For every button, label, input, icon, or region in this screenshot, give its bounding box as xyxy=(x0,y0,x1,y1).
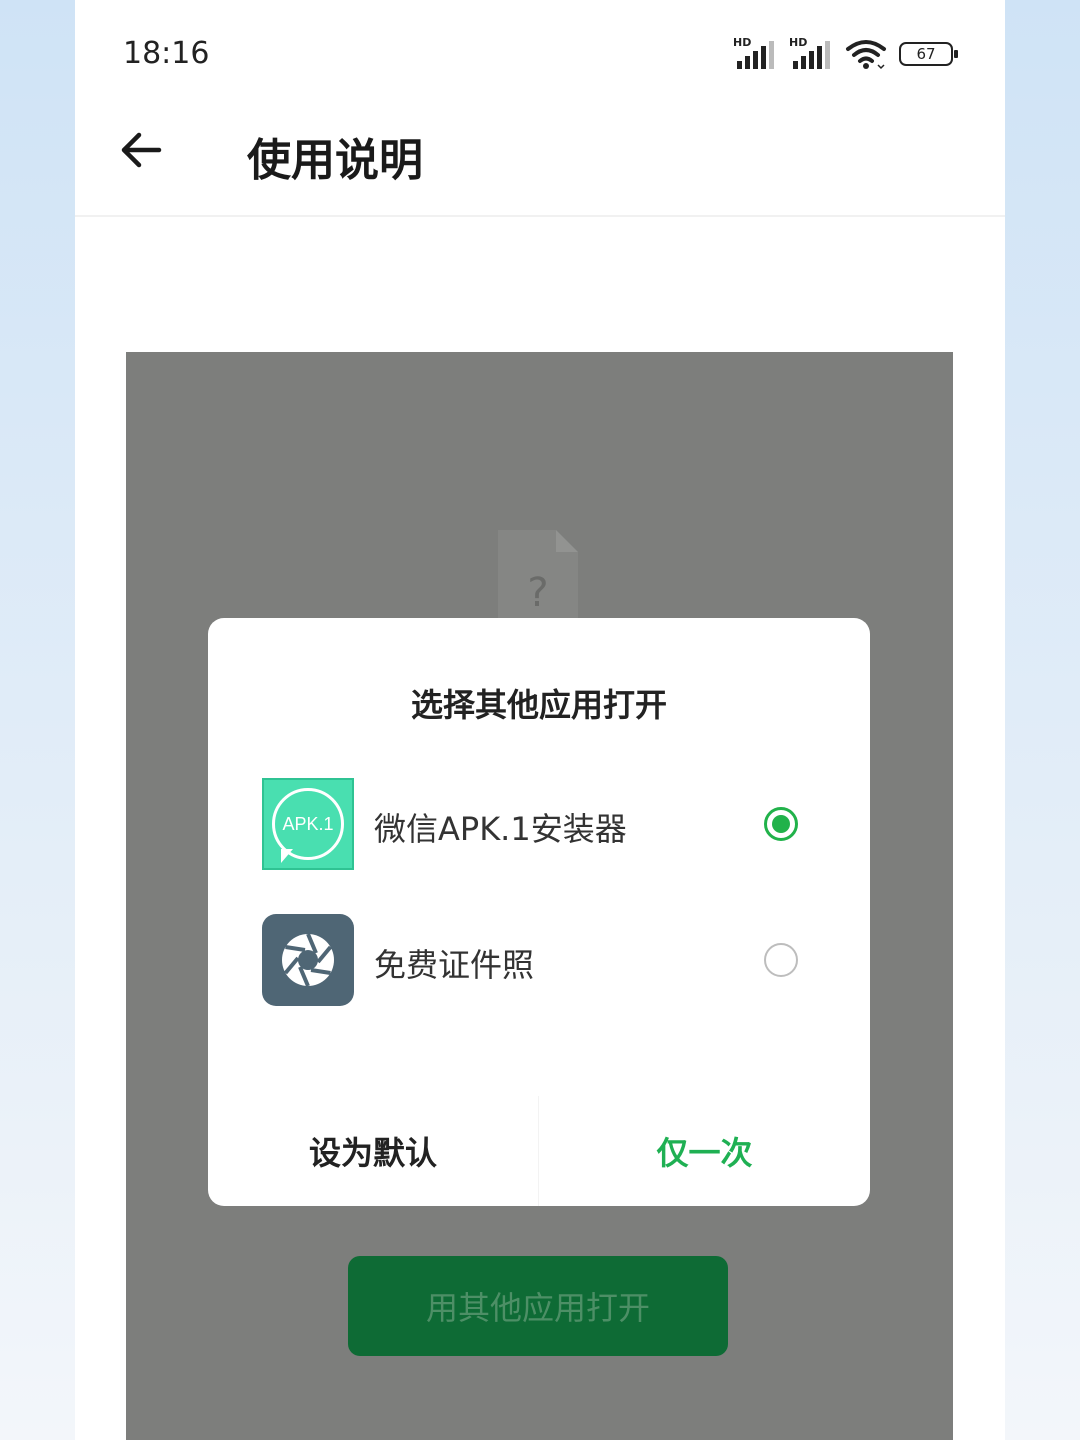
open-with-other-app-button[interactable]: 用其他应用打开 xyxy=(348,1256,728,1356)
just-once-button[interactable]: 仅一次 xyxy=(539,1096,870,1206)
page-title: 使用说明 xyxy=(247,135,423,186)
chat-bubble-icon: APK.1 xyxy=(272,788,344,863)
apk-icon-text: APK.1 xyxy=(282,813,334,834)
phone-screen: 18:16 HD HD 67 使用说明 ? 选择其他应用打开 APK.1 微信A… xyxy=(75,0,1005,1440)
set-default-button[interactable]: 设为默认 xyxy=(208,1096,538,1206)
app-bar: 使用说明 xyxy=(75,110,1005,217)
app-option-label: 微信APK.1安装器 xyxy=(374,810,627,848)
signal-icon: HD xyxy=(789,37,833,71)
app-option-id-photo[interactable]: 免费证件照 xyxy=(262,914,822,1008)
radio-unselected[interactable] xyxy=(764,943,798,977)
unknown-file-icon: ? xyxy=(498,530,578,620)
status-bar: 18:16 HD HD 67 xyxy=(75,0,1005,110)
radio-selected[interactable] xyxy=(764,807,798,841)
app-option-apk-installer[interactable]: APK.1 微信APK.1安装器 xyxy=(262,778,822,872)
status-time: 18:16 xyxy=(123,36,210,71)
tutorial-screenshot: ? 选择其他应用打开 APK.1 微信APK.1安装器 免费证件照 设为默认 仅… xyxy=(126,352,953,1440)
battery-icon: 67 xyxy=(899,42,958,66)
wifi-icon xyxy=(846,40,886,70)
sim2-hd-label: HD xyxy=(789,36,808,49)
sim1-hd-label: HD xyxy=(733,36,752,49)
status-icons: HD HD 67 xyxy=(733,36,958,72)
apk-installer-app-icon: APK.1 xyxy=(262,778,354,870)
back-button[interactable] xyxy=(115,124,167,176)
app-option-label: 免费证件照 xyxy=(374,946,535,984)
dialog-title: 选择其他应用打开 xyxy=(410,686,667,724)
battery-level: 67 xyxy=(916,45,936,63)
open-with-dialog: 选择其他应用打开 APK.1 微信APK.1安装器 免费证件照 设为默认 仅一次 xyxy=(208,618,870,1206)
unknown-file-symbol: ? xyxy=(527,570,549,616)
back-arrow-icon xyxy=(121,132,162,168)
camera-aperture-icon xyxy=(262,914,354,1006)
signal-icon: HD xyxy=(733,37,777,71)
dialog-actions: 设为默认 仅一次 xyxy=(208,1096,870,1206)
